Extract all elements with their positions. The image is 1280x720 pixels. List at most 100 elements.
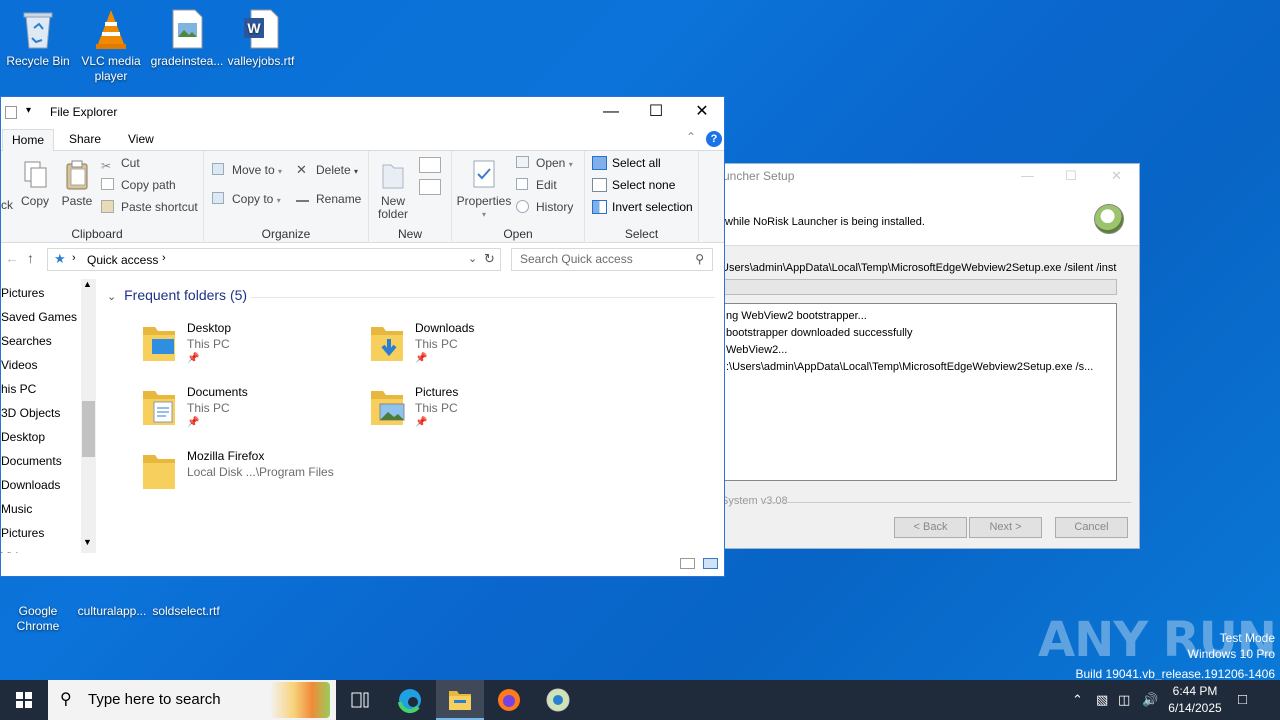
details-view-icon[interactable] <box>680 558 695 569</box>
notification-icon[interactable]: □ <box>1238 680 1247 720</box>
address-bar[interactable]: ★ › Quick access › ⌄ ↻ <box>47 248 501 271</box>
windows-logo-icon <box>16 692 32 708</box>
desktop-icon-label: gradeinstea... <box>150 54 224 68</box>
customize-toolbar-icon[interactable]: ▾ <box>26 105 31 116</box>
edit-button[interactable]: Edit <box>516 175 557 195</box>
minimize-icon[interactable]: — <box>1021 164 1034 188</box>
copy-to-button[interactable]: Copy to ▾ <box>212 189 281 209</box>
properties-button[interactable]: Properties ▾ <box>456 159 512 221</box>
invert-selection-button[interactable]: Invert selection <box>592 197 693 217</box>
start-button[interactable] <box>0 680 48 720</box>
desktop-icon-vlc[interactable]: VLC media player <box>73 8 149 84</box>
task-view-button[interactable] <box>336 680 384 720</box>
close-icon[interactable]: ✕ <box>1111 164 1122 188</box>
taskbar-edge[interactable] <box>386 680 434 720</box>
collapse-ribbon-icon[interactable]: ⌃ <box>686 130 696 144</box>
setup-current-command: Users\admin\AppData\Local\Temp\Microsoft… <box>721 262 1117 274</box>
tab-share[interactable]: Share <box>69 132 101 146</box>
clock[interactable]: 6:44 PM 6/14/2025 <box>1162 683 1228 717</box>
minimize-icon[interactable]: — <box>588 97 634 127</box>
delete-button[interactable]: ✕ Delete ▾ <box>296 160 358 180</box>
maximize-icon[interactable]: ☐ <box>633 97 679 127</box>
select-all-button[interactable]: Select all <box>592 153 661 173</box>
scroll-up-icon[interactable]: ▲ <box>83 279 92 289</box>
paste-shortcut-button[interactable]: Paste shortcut <box>101 197 198 217</box>
group-label-organize: Organize <box>261 227 311 241</box>
up-arrow-icon[interactable]: ↑ <box>27 250 34 266</box>
setup-titlebar[interactable]: uncher Setup — ☐ ✕ <box>691 164 1139 188</box>
paste-button[interactable]: Paste <box>59 159 95 208</box>
show-hidden-icons-icon[interactable]: ⌃ <box>1072 680 1083 720</box>
history-button[interactable]: History <box>516 197 573 217</box>
volume-icon[interactable]: 🔊 <box>1142 680 1158 720</box>
desktop-icon-gradeinstea[interactable]: gradeinstea... <box>149 8 225 69</box>
network-icon[interactable]: ▧ <box>1096 680 1108 720</box>
open-label: Open <box>536 156 566 170</box>
scroll-thumb[interactable] <box>82 401 95 457</box>
image-file-icon <box>167 8 207 50</box>
large-icons-view-icon[interactable] <box>703 558 718 569</box>
quick-access-toolbar-icon[interactable] <box>5 106 17 119</box>
folder-tile-desktop[interactable]: Desktop This PC 📌 <box>141 321 361 377</box>
new-folder-button[interactable]: New folder <box>373 159 413 221</box>
desktop-icon-valleyjobs[interactable]: W valleyjobs.rtf <box>223 8 299 69</box>
open-button[interactable]: Open ▾ <box>516 153 573 173</box>
group-label-clipboard: Clipboard <box>71 227 123 241</box>
new-item-icon[interactable] <box>419 157 441 173</box>
explorer-title: File Explorer <box>50 105 118 119</box>
copy-path-button[interactable]: Copy path <box>101 175 176 195</box>
edit-icon <box>516 178 528 190</box>
taskbar-installer[interactable] <box>534 680 582 720</box>
taskbar-firefox[interactable] <box>485 680 533 720</box>
cancel-button[interactable]: Cancel <box>1055 517 1128 538</box>
section-title: Frequent folders (5) <box>124 287 248 303</box>
taskbar-search-box[interactable]: ⚲ Type here to search <box>48 680 336 720</box>
content-pane[interactable]: ⌄ Frequent folders (5) Desktop This PC 📌… <box>101 279 721 549</box>
folder-name: Documents <box>187 385 248 399</box>
section-header-frequent-folders[interactable]: ⌄ Frequent folders (5) <box>107 287 247 303</box>
desktop-icon-recycle-bin[interactable]: Recycle Bin <box>0 8 76 69</box>
pin-icon: 📌 <box>415 353 428 364</box>
next-button[interactable]: Next > <box>969 517 1042 538</box>
close-icon[interactable]: ✕ <box>679 97 724 127</box>
ethernet-icon[interactable]: ◫ <box>1118 680 1130 720</box>
file-explorer-window[interactable]: ▾ File Explorer — ☐ ✕ Home Share View ⌃ … <box>0 96 725 577</box>
copy-path-icon <box>101 178 114 190</box>
quick-access-star-icon: ★ <box>54 251 66 266</box>
scroll-down-icon[interactable]: ▼ <box>83 537 92 547</box>
pin-to-quick-access-button[interactable]: ck <box>1 199 13 212</box>
select-none-button[interactable]: Select none <box>592 175 675 195</box>
folder-location: This PC <box>187 401 230 415</box>
group-label-open: Open <box>503 227 533 241</box>
nav-scrollbar[interactable]: ▲ ▼ <box>81 279 96 553</box>
move-to-button[interactable]: Move to ▾ <box>212 160 282 180</box>
tab-home[interactable]: Home <box>2 129 55 152</box>
maximize-icon[interactable]: ☐ <box>1065 164 1077 188</box>
clock-date: 6/14/2025 <box>1168 701 1222 715</box>
back-arrow-icon[interactable]: ← <box>5 250 19 266</box>
copy-button[interactable]: Copy <box>18 159 52 208</box>
search-input[interactable]: Search Quick access ⚲ <box>511 248 713 271</box>
move-to-label: Move to <box>232 163 275 177</box>
back-button[interactable]: < Back <box>894 517 967 538</box>
help-icon[interactable]: ? <box>706 131 722 147</box>
folder-tile-pictures[interactable]: Pictures This PC 📌 <box>369 385 589 441</box>
open-icon <box>516 156 529 168</box>
breadcrumb-quick-access[interactable]: Quick access <box>87 253 158 267</box>
taskbar-file-explorer[interactable] <box>436 680 484 720</box>
folder-tile-documents[interactable]: Documents This PC 📌 <box>141 385 361 441</box>
taskbar-search-placeholder: Type here to search <box>88 691 221 708</box>
explorer-titlebar[interactable]: ▾ File Explorer — ☐ ✕ <box>1 97 724 129</box>
cut-button[interactable]: ✂ Cut <box>101 153 140 173</box>
setup-log[interactable]: ng WebView2 bootstrapper... bootstrapper… <box>721 303 1117 481</box>
task-view-icon <box>351 692 369 708</box>
refresh-icon[interactable]: ↻ <box>484 251 495 267</box>
setup-window[interactable]: uncher Setup — ☐ ✕ while NoRisk Launcher… <box>690 163 1140 549</box>
folder-tile-mozilla-firefox[interactable]: Mozilla Firefox Local Disk ...\Program F… <box>141 449 361 505</box>
address-dropdown-icon[interactable]: ⌄ <box>468 252 477 265</box>
folder-tile-downloads[interactable]: Downloads This PC 📌 <box>369 321 589 377</box>
rename-button[interactable]: Rename <box>296 189 361 209</box>
easy-access-icon[interactable] <box>419 179 441 195</box>
pin-icon: 📌 <box>415 417 428 428</box>
tab-view[interactable]: View <box>128 132 154 146</box>
